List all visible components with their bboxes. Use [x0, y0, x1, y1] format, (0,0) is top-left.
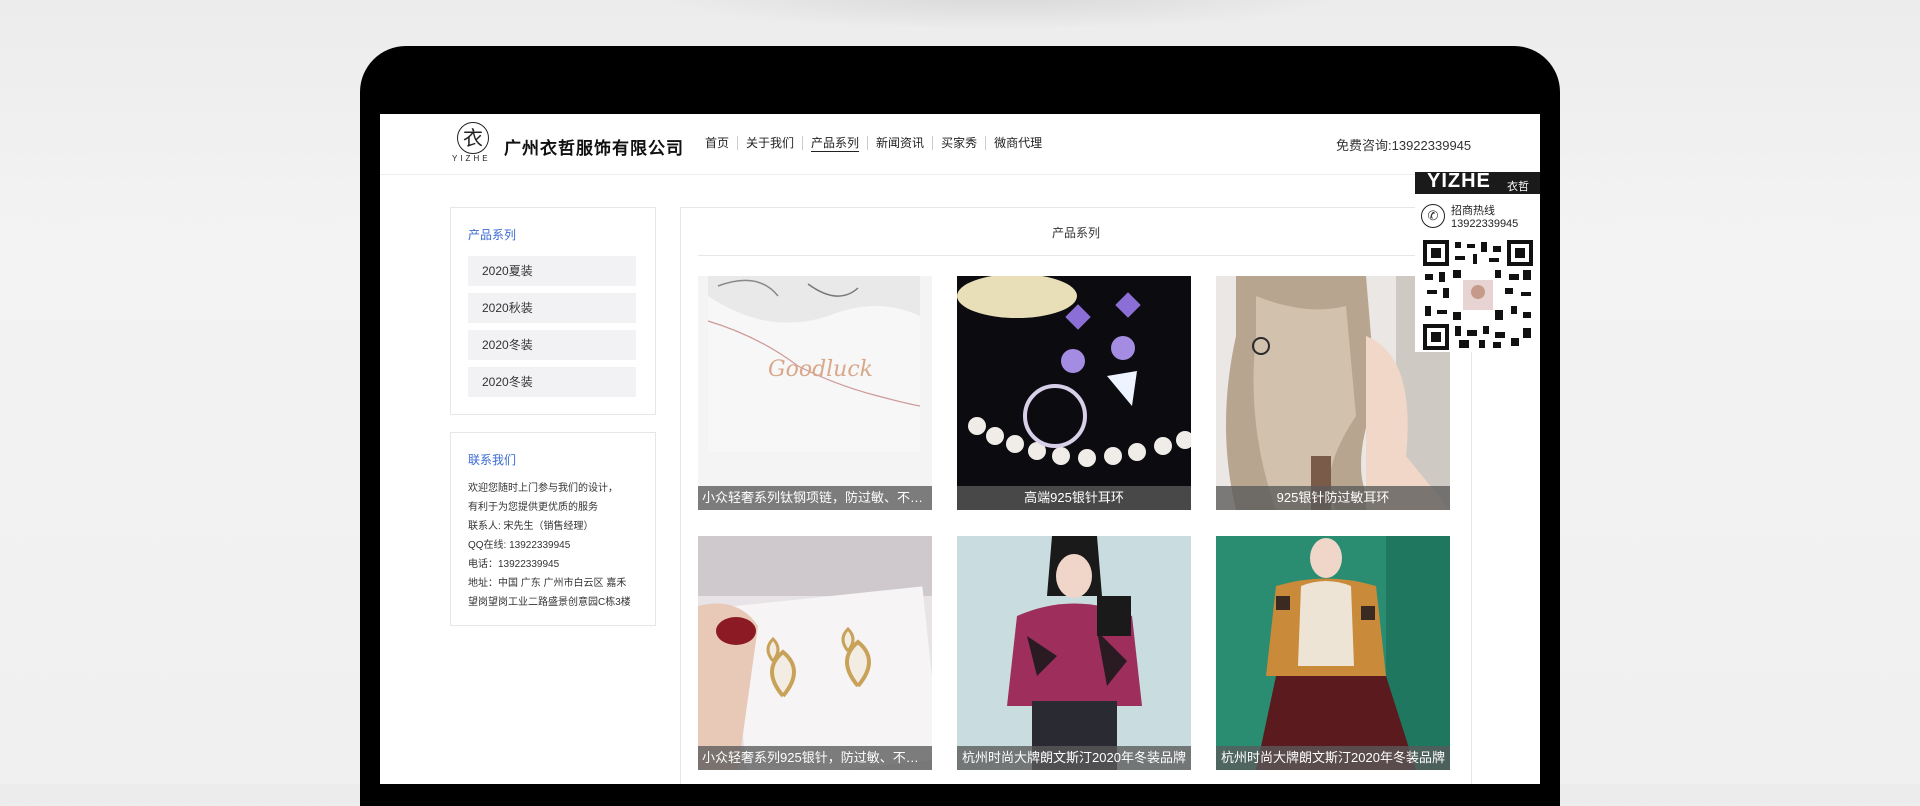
- category-item[interactable]: 2020冬装: [468, 330, 636, 360]
- nav-buyer-show[interactable]: 买家秀: [932, 136, 985, 150]
- product-card[interactable]: 高端925银针耳环: [957, 276, 1191, 510]
- widget-brand-cn: 衣哲: [1507, 181, 1529, 193]
- nav-home[interactable]: 首页: [705, 136, 737, 150]
- product-panel-title: 产品系列: [1051, 226, 1100, 240]
- necklace-photo: Goodluck: [698, 276, 932, 510]
- cardigan-model-photo: [1216, 536, 1450, 770]
- product-card[interactable]: Goodluck 小众轻奢系列钛钢项链，防过敏、不掉色: [698, 276, 932, 510]
- contact-line: 望岗望岗工业二路盛景创意园C栋3楼: [468, 597, 631, 608]
- contact-line: 联系人: 宋先生（销售经理）: [468, 521, 594, 532]
- logo[interactable]: 衣 YIZHE: [452, 122, 496, 166]
- widget-brand-en: YIZHE: [1427, 170, 1491, 192]
- category-panel: 产品系列 2020夏装 2020秋装 2020冬装 2020冬装: [450, 207, 656, 415]
- product-panel: 产品系列 Goodluck 小众轻奢系列钛钢项链，防过敏、不掉色 高端925银针…: [680, 207, 1472, 784]
- nav-about[interactable]: 关于我们: [737, 136, 802, 150]
- site-header: 衣 YIZHE 广州衣哲服饰有限公司 首页 关于我们 产品系列 新闻资讯 买家秀…: [380, 114, 1540, 175]
- category-item[interactable]: 2020夏装: [468, 256, 636, 286]
- nav-products[interactable]: 产品系列: [802, 136, 867, 150]
- contact-line: 有利于为您提供更优质的服务: [468, 502, 598, 513]
- background-streak: [650, 0, 1350, 30]
- divider: [698, 255, 1454, 256]
- product-caption: 925银针防过敏耳环: [1216, 486, 1450, 510]
- contact-panel: 联系我们 欢迎您随时上门参与我们的设计， 有利于为您提供更优质的服务 联系人: …: [450, 432, 656, 626]
- earrings-photo: [957, 276, 1191, 510]
- phone-icon: ✆: [1421, 204, 1445, 228]
- contact-line: 电话：13922339945: [468, 559, 560, 570]
- svg-text:Goodluck: Goodluck: [768, 357, 873, 382]
- widget-phone-number: 13922339945: [1451, 218, 1519, 230]
- category-item[interactable]: 2020秋装: [468, 293, 636, 323]
- header-hotline: 免费咨询:13922339945: [1336, 138, 1472, 153]
- product-caption: 杭州时尚大牌朗文斯汀2020年冬装品牌: [1216, 746, 1450, 770]
- product-card[interactable]: 杭州时尚大牌朗文斯汀2020年冬装品牌: [1216, 536, 1450, 770]
- widget-brand: YIZHE 衣哲: [1415, 170, 1540, 194]
- product-caption: 高端925银针耳环: [957, 486, 1191, 510]
- contact-title: 联系我们: [468, 453, 517, 467]
- nav-agent[interactable]: 微商代理: [985, 136, 1050, 150]
- widget-label: 招商热线: [1451, 205, 1495, 217]
- product-card[interactable]: 杭州时尚大牌朗文斯汀2020年冬装品牌: [957, 536, 1191, 770]
- website-screen: 衣 YIZHE 广州衣哲服饰有限公司 首页 关于我们 产品系列 新闻资讯 买家秀…: [380, 114, 1540, 784]
- product-caption: 小众轻奢系列925银针，防过敏、不掉色: [698, 746, 932, 770]
- contact-line: 欢迎您随时上门参与我们的设计，: [468, 483, 618, 494]
- heart-earrings-photo: [698, 536, 932, 770]
- company-name: 广州衣哲服饰有限公司: [504, 139, 684, 158]
- contact-line: QQ在线: 13922339945: [468, 540, 571, 551]
- category-item[interactable]: 2020冬装: [468, 367, 636, 397]
- qr-code-icon: [1423, 240, 1533, 350]
- contact-line: 地址：中国 广东 广州市白云区 嘉禾: [468, 578, 627, 589]
- product-caption: 杭州时尚大牌朗文斯汀2020年冬装品牌: [957, 746, 1191, 770]
- logo-mark-icon: 衣: [457, 122, 489, 154]
- logo-text: YIZHE: [452, 154, 491, 163]
- product-card[interactable]: 小众轻奢系列925银针，防过敏、不掉色: [698, 536, 932, 770]
- nav-news[interactable]: 新闻资讯: [867, 136, 932, 150]
- category-title: 产品系列: [468, 228, 517, 242]
- floating-contact-widget[interactable]: YIZHE 衣哲 ✆ 招商热线 13922339945: [1415, 170, 1540, 352]
- main-nav: 首页 关于我们 产品系列 新闻资讯 买家秀 微商代理: [705, 136, 1050, 150]
- product-caption: 小众轻奢系列钛钢项链，防过敏、不掉色: [698, 486, 932, 510]
- pink-sweater-model-photo: [957, 536, 1191, 770]
